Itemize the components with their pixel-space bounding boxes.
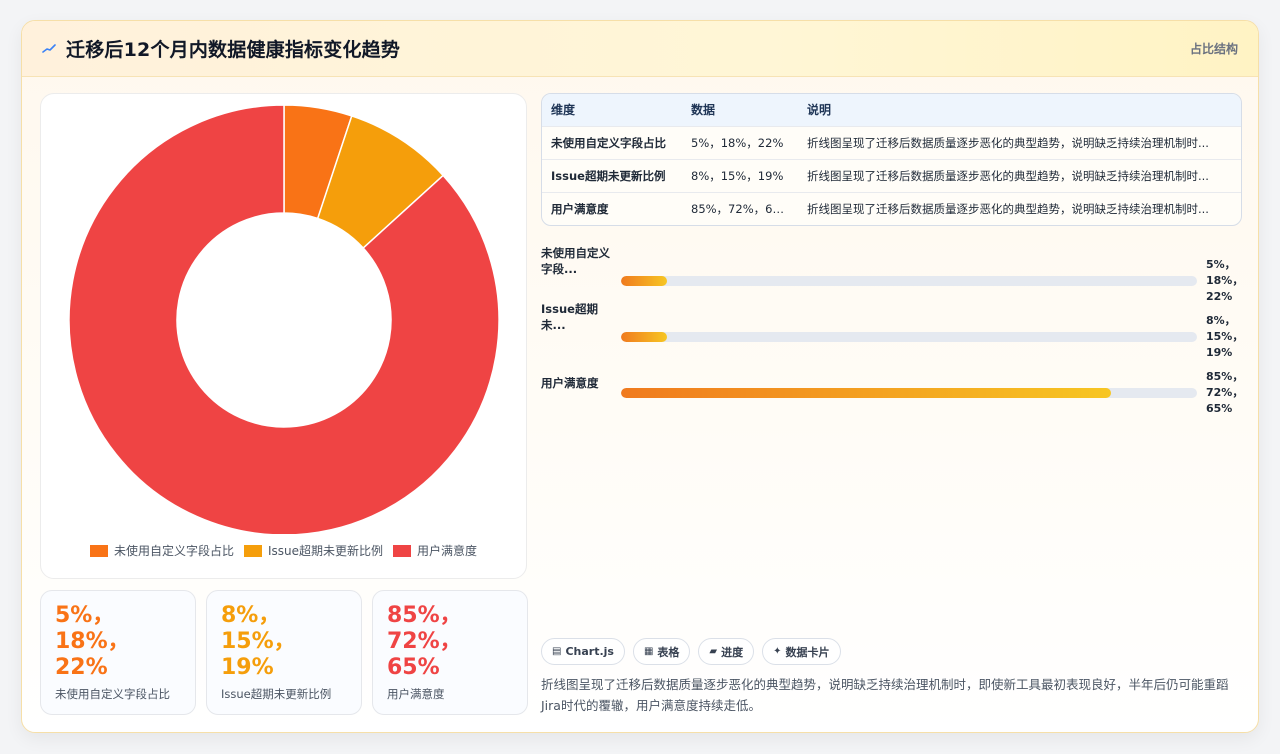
table-header-dimension: 维度 [542, 94, 682, 126]
stat-value: 8%， 15%， 19% [221, 603, 296, 680]
table-header-description: 说明 [798, 94, 1241, 126]
chip-table[interactable]: ▦ 表格 [632, 638, 691, 665]
chart-type-label: 占比结构 [1189, 42, 1238, 56]
table-header-row: 维度 数据 说明 [542, 94, 1241, 126]
table-row: 未使用自定义字段占比 5%，18%，22% 折线图呈现了迁移后数据质量逐步恶化的… [542, 125, 1241, 159]
legend-swatch [89, 544, 108, 557]
progress-value: 5%， 18%， 22% [1206, 258, 1244, 303]
legend-item[interactable]: 未使用自定义字段占比 [89, 542, 234, 559]
chip-label: 表格 [657, 645, 680, 659]
trend-line-icon [42, 43, 56, 53]
legend-label: Issue超期未更新比例 [267, 544, 384, 558]
table-icon: ▦ [643, 646, 654, 657]
chip-label: 进度 [721, 645, 744, 659]
table-row: 用户满意度 85%，72%，65% 折线图呈现了迁移后数据质量逐步恶化的典型趋势… [542, 191, 1241, 225]
stat-card: 85%， 72%， 65% 用户满意度 [372, 590, 528, 715]
progress-row: 未使用自定义字段... 5%， 18%， 22% [541, 243, 1243, 303]
legend-label: 未使用自定义字段占比 [113, 544, 234, 558]
progress-row: 用户满意度 85%， 72%， 65% [541, 355, 1243, 415]
donut-chart-panel: 未使用自定义字段占比 Issue超期未更新比例 用户满意度 [40, 93, 527, 579]
legend-item[interactable]: Issue超期未更新比例 [243, 542, 384, 559]
chip-progress[interactable]: ▰ 进度 [698, 638, 755, 665]
stat-card: 8%， 15%， 19% Issue超期未更新比例 [206, 590, 362, 715]
table-cell-data: 85%，72%，65% [682, 191, 798, 225]
chart-legend: 未使用自定义字段占比 Issue超期未更新比例 用户满意度 [41, 542, 526, 559]
data-table: 维度 数据 说明 未使用自定义字段占比 5%，18%，22% 折线图呈现了迁移后… [541, 93, 1242, 226]
table-cell-dimension: Issue超期未更新比例 [542, 158, 682, 192]
progress-label: 未使用自定义字段... [541, 246, 610, 276]
progress-track [621, 276, 1197, 286]
table-cell-data: 8%，15%，19% [682, 158, 798, 192]
stat-label: 未使用自定义字段占比 [55, 687, 170, 701]
chip-label: 数据卡片 [785, 645, 830, 659]
legend-swatch [393, 544, 412, 557]
table-cell-dimension: 用户满意度 [542, 191, 682, 225]
card-header: 迁移后12个月内数据健康指标变化趋势 占比结构 [22, 21, 1258, 77]
progress-value: 8%， 15%， 19% [1206, 314, 1244, 359]
progress-track [621, 388, 1197, 398]
progress-icon: ▰ [709, 646, 718, 657]
stat-cards: 5%， 18%， 22% 未使用自定义字段占比 8%， 15%， 19% Issue超… [40, 590, 528, 715]
table-cell-description: 折线图呈现了迁移后数据质量逐步恶化的典型趋势，说明缺乏持续治理机制时... [798, 158, 1241, 192]
page-title: 迁移后12个月内数据健康指标变化趋势 [66, 39, 401, 61]
table-header-data: 数据 [682, 94, 798, 126]
legend-label: 用户满意度 [417, 544, 478, 558]
chip-data-cards[interactable]: ✦ 数据卡片 [762, 638, 841, 665]
stat-label: Issue超期未更新比例 [221, 687, 332, 701]
legend-item[interactable]: 用户满意度 [393, 542, 477, 559]
title-wrap: 迁移后12个月内数据健康指标变化趋势 [42, 35, 400, 62]
table-cell-data: 5%，18%，22% [682, 125, 798, 159]
table-cell-dimension: 未使用自定义字段占比 [542, 125, 682, 159]
sparkle-icon: ✦ [773, 646, 782, 657]
stat-value: 5%， 18%， 22% [55, 603, 130, 680]
progress-fill [621, 332, 668, 342]
progress-fill [621, 276, 668, 286]
chart-icon: ▤ [552, 646, 562, 657]
donut-chart [68, 104, 500, 534]
chip-label: Chart.js [565, 645, 614, 658]
progress-label: Issue超期未... [541, 302, 598, 332]
view-chips: ▤ Chart.js ▦ 表格 ▰ 进度 ✦ 数据卡片 [541, 638, 841, 665]
stat-card: 5%， 18%， 22% 未使用自定义字段占比 [40, 590, 196, 715]
summary-note: 折线图呈现了迁移后数据质量逐步恶化的典型趋势，说明缺乏持续治理机制时，即使新工具… [541, 677, 1229, 713]
table-cell-description: 折线图呈现了迁移后数据质量逐步恶化的典型趋势，说明缺乏持续治理机制时... [798, 191, 1241, 225]
legend-swatch [243, 544, 262, 557]
progress-value: 85%， 72%， 65% [1206, 370, 1244, 415]
table-row: Issue超期未更新比例 8%，15%，19% 折线图呈现了迁移后数据质量逐步恶… [542, 158, 1241, 192]
progress-row: Issue超期未... 8%， 15%， 19% [541, 299, 1243, 359]
stat-label: 用户满意度 [387, 687, 445, 701]
table-cell-description: 折线图呈现了迁移后数据质量逐步恶化的典型趋势，说明缺乏持续治理机制时... [798, 125, 1241, 159]
progress-label: 用户满意度 [541, 376, 599, 390]
chip-chartjs[interactable]: ▤ Chart.js [541, 638, 625, 665]
progress-fill [621, 388, 1111, 398]
progress-track [621, 332, 1197, 342]
stat-value: 85%， 72%， 65% [387, 603, 462, 680]
dashboard-card: 迁移后12个月内数据健康指标变化趋势 占比结构 未使用自定义字段占比 Issue超… [21, 20, 1259, 733]
